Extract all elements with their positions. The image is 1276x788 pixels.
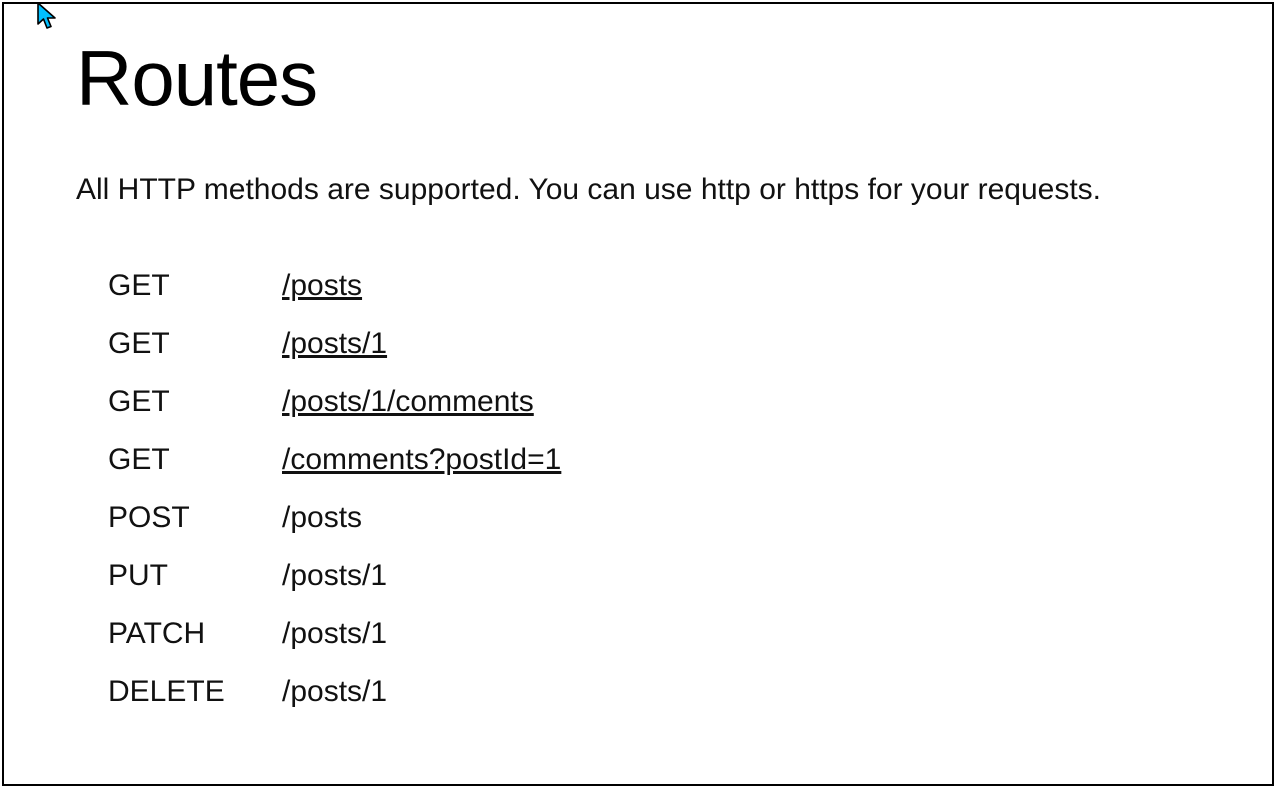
content-area: Routes All HTTP methods are supported. Y…: [4, 4, 1272, 709]
route-row: GET /posts/1/comments: [108, 385, 1200, 419]
route-row: GET /comments?postId=1: [108, 443, 1200, 477]
route-path: /posts/1: [282, 675, 387, 709]
route-path-link[interactable]: /comments?postId=1: [282, 443, 561, 477]
http-method: PUT: [108, 559, 282, 593]
route-path-link[interactable]: /posts/1/comments: [282, 385, 534, 419]
routes-table: GET /posts GET /posts/1 GET /posts/1/com…: [76, 269, 1200, 709]
http-method: GET: [108, 385, 282, 419]
page-title: Routes: [76, 36, 1200, 122]
route-row: GET /posts/1: [108, 327, 1200, 361]
route-row: GET /posts: [108, 269, 1200, 303]
route-path: /posts: [282, 501, 362, 535]
http-method: PATCH: [108, 617, 282, 651]
http-method: GET: [108, 443, 282, 477]
route-row: PATCH /posts/1: [108, 617, 1200, 651]
http-method: GET: [108, 269, 282, 303]
document-frame: Routes All HTTP methods are supported. Y…: [2, 2, 1274, 786]
http-method: GET: [108, 327, 282, 361]
route-path: /posts/1: [282, 559, 387, 593]
http-method: POST: [108, 501, 282, 535]
route-row: PUT /posts/1: [108, 559, 1200, 593]
route-path-link[interactable]: /posts/1: [282, 327, 387, 361]
cursor-icon: [37, 2, 59, 35]
http-method: DELETE: [108, 675, 282, 709]
route-path: /posts/1: [282, 617, 387, 651]
route-path-link[interactable]: /posts: [282, 269, 362, 303]
route-row: POST /posts: [108, 501, 1200, 535]
route-row: DELETE /posts/1: [108, 675, 1200, 709]
description-text: All HTTP methods are supported. You can …: [76, 170, 1200, 209]
